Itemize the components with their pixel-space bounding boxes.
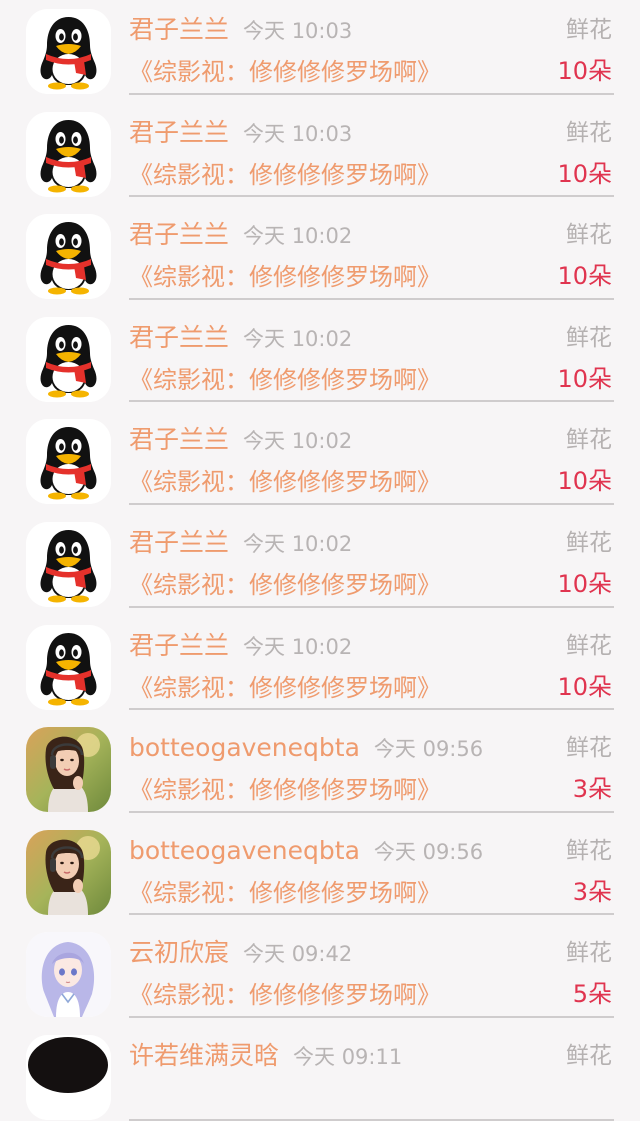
gift-time: 今天 09:56: [373, 737, 484, 762]
user-name[interactable]: botteogaveneqbta: [129, 836, 360, 865]
program-title[interactable]: 《综影视：修修修修罗场啊》: [129, 773, 441, 807]
program-title[interactable]: 《综影视：修修修修罗场啊》: [129, 465, 441, 499]
gift-record-row[interactable]: 许若维满灵晗 今天 09:11 鲜花: [0, 1018, 640, 1121]
gift-type: 鲜花: [566, 119, 612, 146]
user-avatar[interactable]: [26, 111, 111, 197]
gift-time: 今天 09:11: [293, 1044, 403, 1069]
user-name-line: 君子兰兰 今天 10:02: [129, 422, 352, 459]
gift-type: 鲜花: [566, 529, 612, 556]
user-avatar[interactable]: [26, 727, 111, 813]
program-title[interactable]: 《综影视：修修修修罗场啊》: [129, 55, 441, 89]
program-title[interactable]: 《综影视：修修修修罗场啊》: [129, 876, 441, 910]
gift-count: 10朵: [557, 159, 612, 188]
user-name-line: 云初欣宸 今天 09:42: [129, 935, 352, 972]
user-name-line: 君子兰兰 今天 10:02: [129, 525, 352, 562]
user-name-line: 君子兰兰 今天 10:02: [129, 320, 352, 357]
gift-record-row[interactable]: 君子兰兰 今天 10:03 鲜花《综影视：修修修修罗场啊》 10朵: [0, 0, 640, 95]
program-title[interactable]: 《综影视：修修修修罗场啊》: [129, 260, 441, 294]
gift-record-row[interactable]: 君子兰兰 今天 10:02 鲜花《综影视：修修修修罗场啊》 10朵: [0, 608, 640, 711]
user-avatar[interactable]: [26, 9, 111, 94]
gift-count: 3朵: [572, 775, 612, 804]
row-divider: [129, 1118, 614, 1121]
user-name-line: botteogaveneqbta 今天 09:56: [129, 833, 483, 870]
gift-time: 今天 10:03: [243, 121, 353, 146]
gift-type: 鲜花: [566, 324, 612, 351]
user-name-line: 君子兰兰 今天 10:02: [129, 628, 352, 665]
gift-type: 鲜花: [566, 1042, 612, 1069]
program-title[interactable]: 《综影视：修修修修罗场啊》: [129, 568, 441, 602]
program-title[interactable]: 《综影视：修修修修罗场啊》: [129, 158, 441, 192]
gift-count: 5朵: [572, 980, 612, 1009]
user-name[interactable]: 君子兰兰: [129, 323, 229, 352]
user-name[interactable]: 君子兰兰: [129, 15, 229, 44]
user-name[interactable]: 君子兰兰: [129, 220, 229, 249]
gift-count: 10朵: [557, 57, 612, 85]
gift-record-row[interactable]: 君子兰兰 今天 10:03 鲜花《综影视：修修修修罗场啊》 10朵: [0, 95, 640, 198]
gift-type: 鲜花: [566, 837, 612, 864]
gift-type: 鲜花: [566, 222, 612, 249]
gift-time: 今天 10:02: [243, 634, 353, 659]
gift-time: 今天 09:56: [373, 839, 484, 864]
user-name[interactable]: 君子兰兰: [129, 118, 229, 147]
gift-record-row[interactable]: 君子兰兰 今天 10:02 鲜花《综影视：修修修修罗场啊》 10朵: [0, 505, 640, 608]
gift-record-row[interactable]: 君子兰兰 今天 10:02 鲜花《综影视：修修修修罗场啊》 10朵: [0, 300, 640, 403]
user-avatar[interactable]: [26, 932, 111, 1018]
user-name-line: 许若维满灵晗 今天 09:11: [129, 1038, 402, 1075]
gift-count: 10朵: [557, 672, 612, 701]
gift-time: 今天 10:02: [243, 429, 353, 454]
program-title[interactable]: 《综影视：修修修修罗场啊》: [129, 363, 441, 397]
gift-time: 今天 10:02: [243, 326, 353, 351]
gift-record-row[interactable]: 云初欣宸 今天 09:42 鲜花《综影视：修修修修罗场啊》 5朵: [0, 915, 640, 1018]
user-name[interactable]: 云初欣宸: [129, 938, 229, 967]
user-name[interactable]: 君子兰兰: [129, 528, 229, 557]
gift-record-row[interactable]: 君子兰兰 今天 10:02 鲜花《综影视：修修修修罗场啊》 10朵: [0, 402, 640, 505]
gift-type: 鲜花: [566, 427, 612, 454]
program-title[interactable]: 《综影视：修修修修罗场啊》: [129, 671, 441, 705]
user-avatar[interactable]: [26, 1034, 111, 1120]
user-name-line: 君子兰兰 今天 10:03: [129, 115, 352, 152]
gift-time: 今天 09:42: [243, 942, 353, 967]
gift-count: 10朵: [557, 364, 612, 393]
gift-type: 鲜花: [566, 17, 612, 43]
user-name[interactable]: botteogaveneqbta: [129, 733, 360, 762]
gift-type: 鲜花: [566, 735, 612, 762]
user-name-line: 君子兰兰 今天 10:03: [129, 12, 352, 49]
gift-type: 鲜花: [566, 940, 612, 967]
user-name[interactable]: 君子兰兰: [129, 425, 229, 454]
user-avatar[interactable]: [26, 419, 111, 505]
gift-record-row[interactable]: botteogaveneqbta 今天 09:56 鲜花《综影视：修修修修罗场啊》 3…: [0, 813, 640, 916]
user-name[interactable]: 君子兰兰: [129, 631, 229, 660]
gift-count: 10朵: [557, 262, 612, 291]
gift-time: 今天 10:02: [243, 531, 353, 556]
user-avatar[interactable]: [26, 521, 111, 607]
user-avatar[interactable]: [26, 214, 111, 300]
gift-time: 今天 10:03: [243, 19, 353, 43]
user-name-line: 君子兰兰 今天 10:02: [129, 217, 352, 254]
gift-count: 10朵: [557, 569, 612, 598]
user-name-line: botteogaveneqbta 今天 09:56: [129, 730, 483, 767]
gift-count: 3朵: [572, 877, 612, 906]
gift-type: 鲜花: [566, 632, 612, 659]
gift-time: 今天 10:02: [243, 224, 353, 249]
gift-record-list: 君子兰兰 今天 10:03 鲜花 《综影视：修修修修罗场啊》 10朵 君子兰兰 今天 10:…: [0, 0, 640, 1121]
user-avatar[interactable]: [26, 624, 111, 710]
user-name[interactable]: 许若维满灵晗: [129, 1041, 279, 1070]
gift-record-row[interactable]: botteogaveneqbta 今天 09:56 鲜花《综影视：修修修修罗场啊》 3…: [0, 710, 640, 813]
gift-count: 10朵: [557, 467, 612, 496]
gift-record-row[interactable]: 君子兰兰 今天 10:02 鲜花《综影视：修修修修罗场啊》 10朵: [0, 197, 640, 300]
user-avatar[interactable]: [26, 829, 111, 915]
user-avatar[interactable]: [26, 316, 111, 402]
program-title[interactable]: 《综影视：修修修修罗场啊》: [129, 978, 441, 1012]
